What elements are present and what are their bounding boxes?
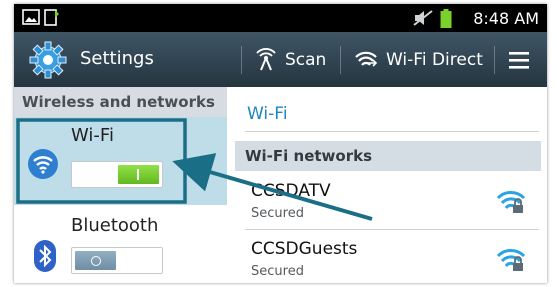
toggle-knob-on <box>118 165 159 184</box>
wifi-toggle[interactable] <box>71 161 163 188</box>
network-status: Secured <box>251 264 304 279</box>
settings-list: Wireless and networks Wi-Fi Bluetooth <box>14 87 227 283</box>
wifi-pane-title: Wi-Fi <box>247 104 288 124</box>
wifi-icon <box>27 148 59 184</box>
toggle-knob-off <box>75 251 116 270</box>
status-time: 8:48 AM <box>473 9 539 28</box>
network-status: Secured <box>251 206 304 221</box>
network-row[interactable]: CCSDGuests Secured <box>227 237 547 283</box>
scan-label: Scan <box>285 50 327 70</box>
gallery-icon <box>22 9 40 29</box>
action-divider <box>494 46 495 74</box>
wifi-direct-icon <box>355 51 378 67</box>
mute-icon <box>412 9 434 31</box>
wifi-secured-icon <box>496 189 526 219</box>
settings-gear-icon[interactable] <box>28 40 68 84</box>
bluetooth-icon <box>34 240 56 276</box>
action-bar: Settings Scan Wi-Fi Direct <box>14 32 547 87</box>
network-name: CCSDGuests <box>251 239 358 259</box>
network-divider <box>245 229 539 230</box>
action-divider <box>241 46 242 74</box>
page-title: Settings <box>80 48 154 69</box>
wifi-detail-pane: Wi-Fi Wi-Fi networks CCSDATV Secured CCS… <box>227 87 547 283</box>
bluetooth-label: Bluetooth <box>71 215 159 236</box>
scan-icon <box>256 48 276 71</box>
wifi-label: Wi-Fi <box>71 125 114 146</box>
wifi-direct-button[interactable]: Wi-Fi Direct <box>354 46 483 74</box>
wifi-secured-icon <box>496 247 526 277</box>
action-divider <box>340 46 341 74</box>
download-icon <box>44 9 60 31</box>
bluetooth-toggle[interactable] <box>71 247 163 274</box>
wifi-networks-header: Wi-Fi networks <box>235 141 541 171</box>
scan-button[interactable]: Scan <box>255 46 326 74</box>
battery-icon <box>440 9 452 32</box>
sidebar-item-bluetooth[interactable]: Bluetooth <box>14 205 227 283</box>
sidebar-item-wifi[interactable]: Wi-Fi <box>14 117 227 205</box>
wireless-networks-header: Wireless and networks <box>14 87 227 117</box>
network-row[interactable]: CCSDATV Secured <box>227 179 547 229</box>
menu-icon[interactable] <box>509 50 529 74</box>
wifi-direct-label: Wi-Fi Direct <box>386 50 483 70</box>
title-divider <box>245 131 539 132</box>
status-bar: 8:48 AM <box>14 4 547 32</box>
network-name: CCSDATV <box>251 181 331 201</box>
phone-screen: 8:48 AM Settings Scan Wi-Fi Direct Wirel… <box>14 4 547 283</box>
